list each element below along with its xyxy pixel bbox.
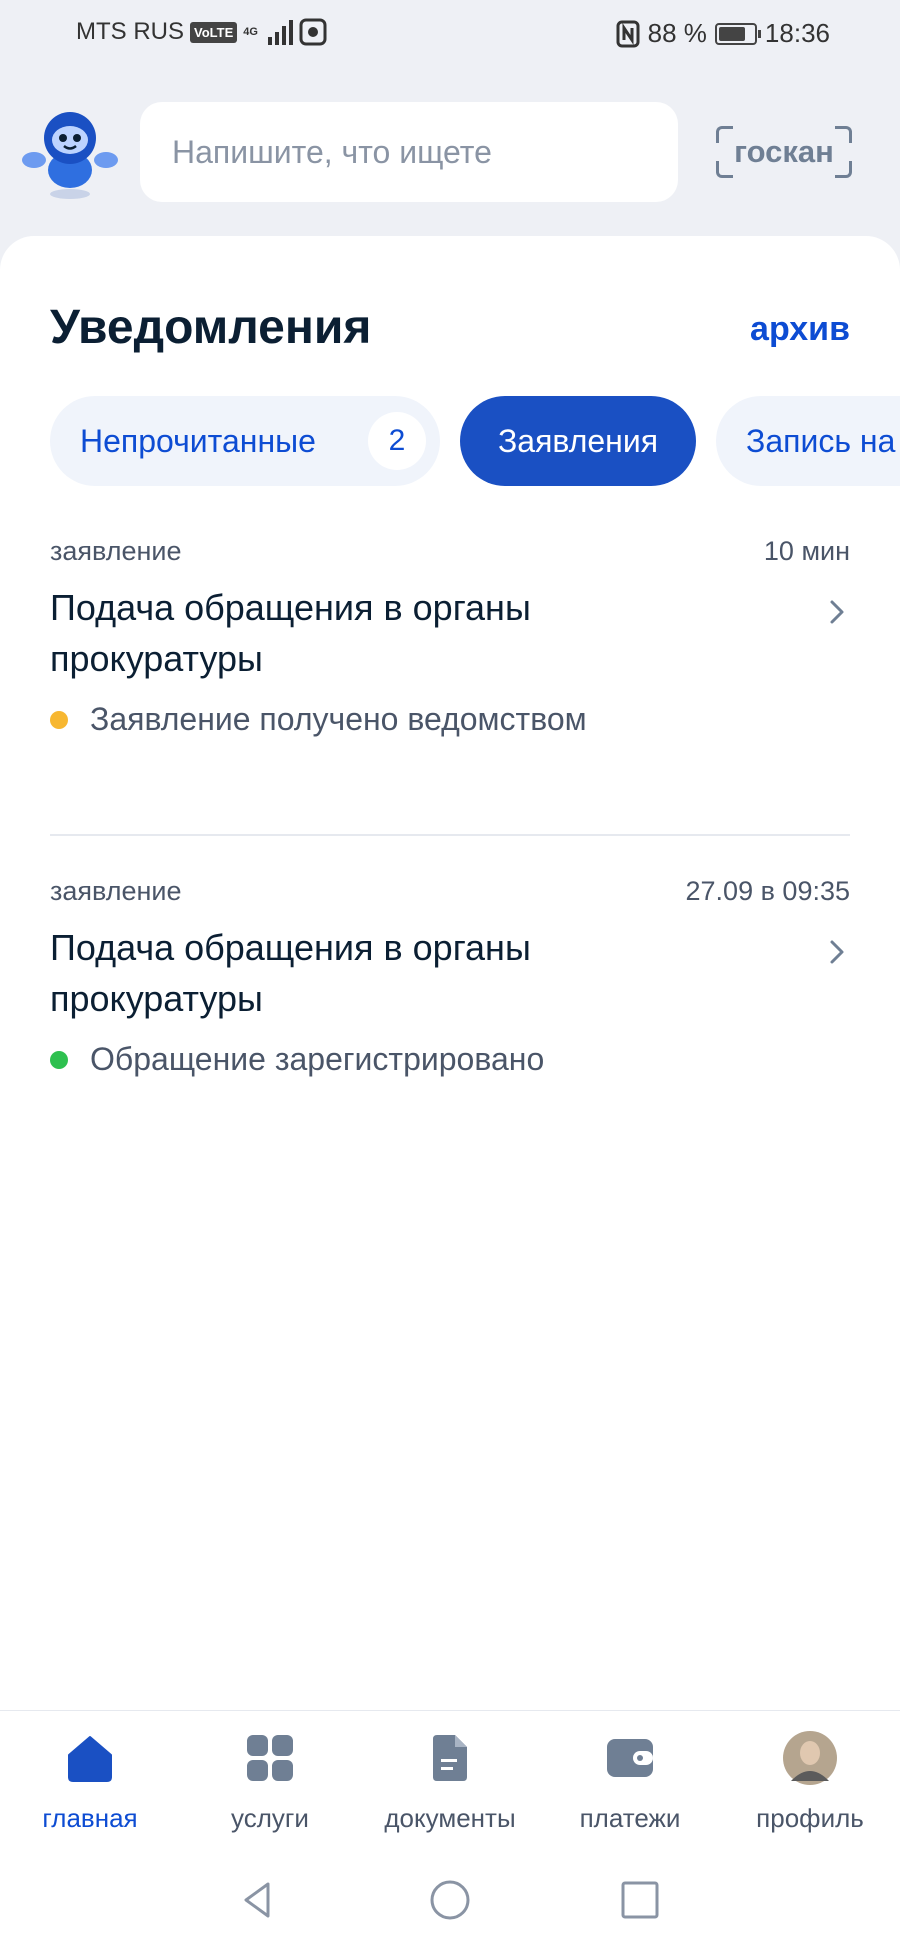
unread-count-badge: 2 xyxy=(368,412,426,470)
carrier-name: MTS RUS xyxy=(76,18,184,45)
notification-type: заявление xyxy=(50,876,182,906)
recents-icon[interactable] xyxy=(618,1878,662,1922)
tab-home[interactable]: главная xyxy=(0,1731,180,1833)
tab-label: документы xyxy=(384,1803,516,1833)
status-left: MTS RUS VoLTE 4G xyxy=(76,18,327,46)
filter-chip-label: Запись на xyxy=(746,422,896,459)
archive-link[interactable]: архив xyxy=(750,310,850,349)
filter-chip-unread[interactable]: Непрочитанные 2 xyxy=(50,396,440,486)
status-text: Обращение зарегистрировано xyxy=(90,1041,545,1077)
status-bar: MTS RUS VoLTE 4G 88 % 18:36 xyxy=(0,0,900,70)
chevron-right-icon xyxy=(830,940,844,964)
battery-icon xyxy=(714,22,761,45)
notification-status: Заявление получено ведомством xyxy=(50,701,587,738)
divider xyxy=(50,834,850,836)
assistant-robot-icon[interactable] xyxy=(22,108,118,200)
status-dot-icon xyxy=(50,1050,68,1069)
notification-status: Обращение зарегистрировано xyxy=(50,1041,544,1078)
tab-services[interactable]: услуги xyxy=(180,1731,360,1833)
grid-icon xyxy=(247,1735,293,1781)
tab-payments[interactable]: платежи xyxy=(540,1731,720,1833)
home-nav-icon[interactable] xyxy=(428,1878,472,1922)
notifications-panel: Уведомления архив Непрочитанные 2 Заявле… xyxy=(0,236,900,1950)
filter-chip-appointments[interactable]: Запись на xyxy=(716,396,900,486)
battery-percent: 88 % xyxy=(647,18,707,48)
volte-badge: VoLTE xyxy=(190,21,238,43)
signal-icon xyxy=(267,19,293,45)
tab-label: платежи xyxy=(579,1803,681,1833)
document-icon xyxy=(433,1735,467,1781)
bottom-tab-bar: главная услуги документы платежи профиль xyxy=(0,1710,900,1841)
goscan-label: госкан xyxy=(734,134,834,169)
filter-chip-label: Заявления xyxy=(497,422,659,459)
profile-avatar xyxy=(783,1731,837,1785)
page-title: Уведомления xyxy=(50,301,372,354)
status-text: Заявление получено ведомством xyxy=(90,701,587,737)
goscan-button[interactable]: госкан xyxy=(716,126,852,178)
tab-documents[interactable]: документы xyxy=(360,1731,540,1833)
clock: 18:36 xyxy=(764,18,830,48)
notification-title: Подача обращения в органы прокуратуры xyxy=(50,587,531,679)
search-input[interactable] xyxy=(170,132,648,172)
filter-chip-label: Непрочитанные xyxy=(80,422,316,459)
status-right: 88 % 18:36 xyxy=(616,18,830,49)
notification-time: 27.09 в 09:35 xyxy=(685,876,850,906)
notification-title: Подача обращения в органы прокуратуры xyxy=(50,927,531,1019)
tab-label: услуги xyxy=(231,1803,309,1833)
filter-chip-applications[interactable]: Заявления xyxy=(460,396,696,486)
back-icon[interactable] xyxy=(236,1878,280,1922)
wallet-icon xyxy=(607,1739,653,1777)
home-icon xyxy=(68,1736,112,1782)
chevron-right-icon xyxy=(830,600,844,624)
screen-record-icon xyxy=(299,18,327,46)
notification-time: 10 мин xyxy=(763,536,850,566)
system-nav-bar xyxy=(0,1840,900,1950)
filter-chips: Непрочитанные 2 Заявления Запись на xyxy=(50,396,900,488)
status-dot-icon xyxy=(50,710,68,729)
notification-type: заявление xyxy=(50,536,182,566)
tab-label: профиль xyxy=(756,1803,864,1833)
tab-label: главная xyxy=(42,1803,138,1833)
search-bar[interactable] xyxy=(140,102,678,202)
tab-profile[interactable]: профиль xyxy=(720,1731,900,1833)
nfc-icon xyxy=(616,20,640,47)
network-type: 4G xyxy=(243,25,258,38)
